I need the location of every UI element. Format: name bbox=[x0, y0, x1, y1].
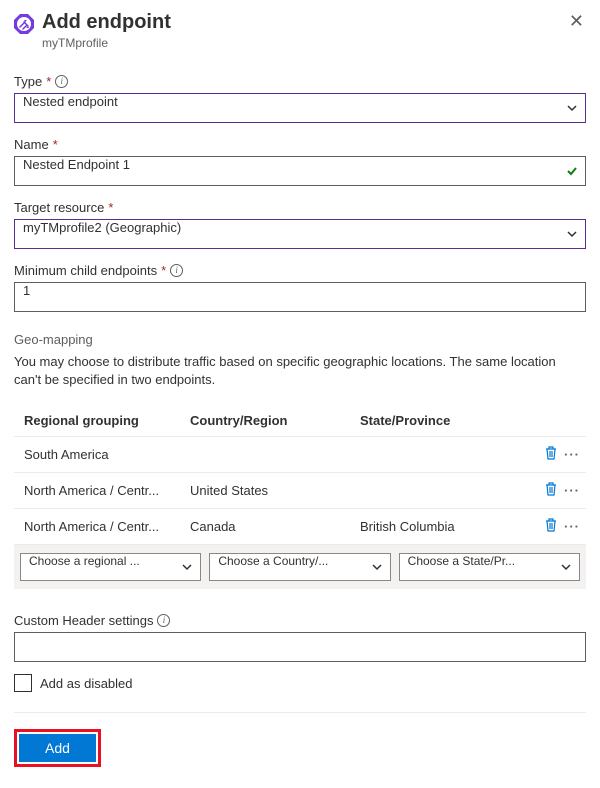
panel-subtitle: myTMprofile bbox=[42, 36, 559, 50]
col-regional: Regional grouping bbox=[20, 413, 190, 428]
custom-header-input[interactable] bbox=[14, 632, 586, 662]
close-icon[interactable]: ✕ bbox=[567, 10, 586, 32]
trash-icon[interactable] bbox=[544, 445, 558, 464]
geo-cell-country: United States bbox=[190, 483, 360, 498]
more-icon[interactable]: ··· bbox=[564, 488, 580, 495]
col-country: Country/Region bbox=[190, 413, 360, 428]
country-picker[interactable]: Choose a Country/... bbox=[209, 553, 390, 581]
required-indicator: * bbox=[53, 137, 58, 152]
regional-picker[interactable]: Choose a regional ... bbox=[20, 553, 201, 581]
panel-title: Add endpoint bbox=[42, 10, 559, 34]
geo-row: North America / Centr... Canada British … bbox=[14, 509, 586, 545]
col-state: State/Province bbox=[360, 413, 530, 428]
geo-cell-state: British Columbia bbox=[360, 519, 530, 534]
name-label: Name bbox=[14, 137, 49, 152]
info-icon[interactable]: i bbox=[170, 264, 183, 277]
more-icon[interactable]: ··· bbox=[564, 524, 580, 531]
custom-header-label: Custom Header settings bbox=[14, 613, 153, 628]
geo-cell-regional: South America bbox=[20, 447, 190, 462]
min-child-label: Minimum child endpoints bbox=[14, 263, 157, 278]
info-icon[interactable]: i bbox=[157, 614, 170, 627]
add-disabled-label: Add as disabled bbox=[40, 676, 133, 691]
geo-cell-regional: North America / Centr... bbox=[20, 483, 190, 498]
required-indicator: * bbox=[161, 263, 166, 278]
add-disabled-checkbox[interactable] bbox=[14, 674, 32, 692]
geo-mapping-help: You may choose to distribute traffic bas… bbox=[14, 353, 586, 389]
required-indicator: * bbox=[46, 74, 51, 89]
add-button[interactable]: Add bbox=[19, 734, 96, 762]
geo-mapping-label: Geo-mapping bbox=[14, 332, 586, 347]
required-indicator: * bbox=[108, 200, 113, 215]
geo-row: South America ··· bbox=[14, 437, 586, 473]
target-resource-select[interactable]: myTMprofile2 (Geographic) bbox=[14, 219, 586, 249]
trash-icon[interactable] bbox=[544, 481, 558, 500]
type-select[interactable]: Nested endpoint bbox=[14, 93, 586, 123]
type-label: Type bbox=[14, 74, 42, 89]
add-button-highlight: Add bbox=[14, 729, 101, 767]
more-icon[interactable]: ··· bbox=[564, 452, 580, 459]
trash-icon[interactable] bbox=[544, 517, 558, 536]
state-picker[interactable]: Choose a State/Pr... bbox=[399, 553, 580, 581]
geo-row: North America / Centr... United States ·… bbox=[14, 473, 586, 509]
geo-cell-country: Canada bbox=[190, 519, 360, 534]
traffic-manager-icon bbox=[14, 14, 34, 34]
name-input[interactable]: Nested Endpoint 1 bbox=[14, 156, 586, 186]
info-icon[interactable]: i bbox=[55, 75, 68, 88]
geo-mapping-table: Regional grouping Country/Region State/P… bbox=[14, 405, 586, 589]
geo-picker-row: Choose a regional ... Choose a Country/.… bbox=[14, 545, 586, 589]
target-resource-label: Target resource bbox=[14, 200, 104, 215]
min-child-input[interactable]: 1 bbox=[14, 282, 586, 312]
geo-cell-regional: North America / Centr... bbox=[20, 519, 190, 534]
